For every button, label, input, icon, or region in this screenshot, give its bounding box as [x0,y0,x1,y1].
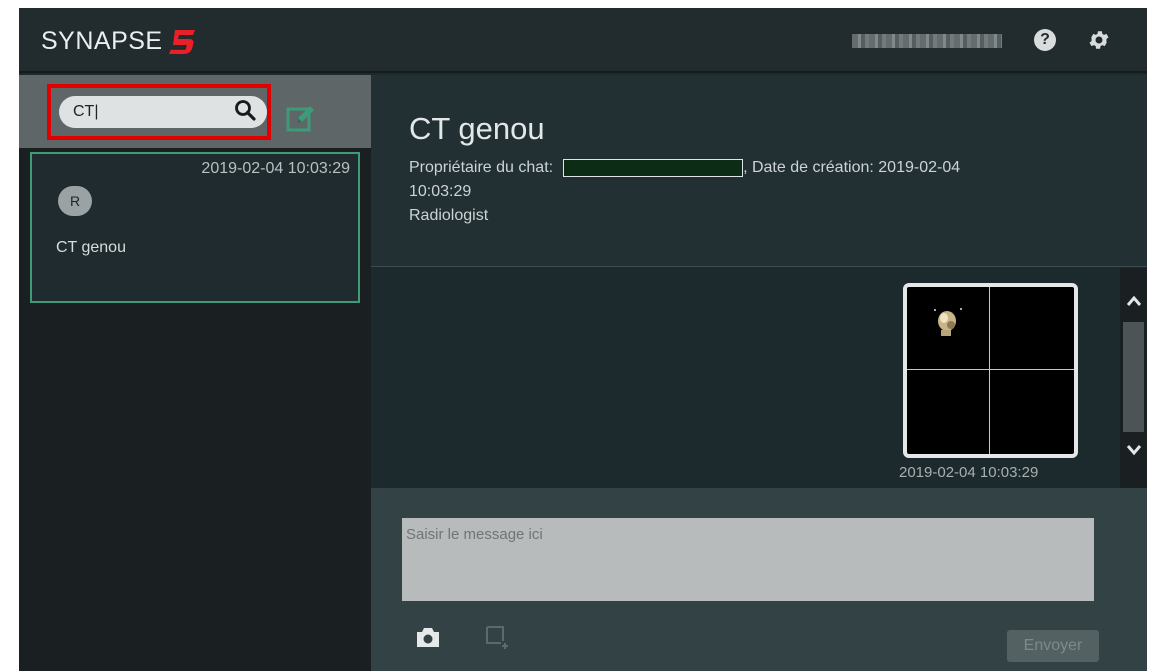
chat-header: CT genou Propriétaire du chat: , Date de… [371,75,1147,267]
crop-icon[interactable] [484,624,510,650]
message-input[interactable] [402,518,1094,601]
message-composer: Envoyer [371,488,1147,671]
chat-item-time: 2019-02-04 10:03:29 [201,160,350,177]
chat-list-panel: 2019-02-04 10:03:29 R CT genou [19,75,371,671]
search-bar [19,75,371,148]
chevron-up-icon[interactable] [1126,294,1142,308]
message-list: 2019-02-04 10:03:29 [371,268,1147,488]
send-button[interactable]: Envoyer [1007,630,1099,662]
participants: Radiologist [409,207,489,224]
scrollbar-thumb[interactable] [1123,322,1144,432]
top-bar: SYNAPSE ? [19,8,1147,73]
chevron-down-icon[interactable] [1126,443,1142,457]
knee-scan-image [934,308,962,336]
owner-label: Propriétaire du chat: [409,159,554,176]
chat-list-item[interactable]: 2019-02-04 10:03:29 R CT genou [30,152,360,303]
chat-item-title: CT genou [56,239,126,256]
avatar: R [58,186,92,216]
image-message-thumbnail[interactable] [903,283,1078,458]
scrollbar[interactable] [1120,268,1147,488]
logo: SYNAPSE [41,28,197,56]
chat-title: CT genou [409,111,545,146]
help-button[interactable]: ? [1034,29,1056,51]
message-time: 2019-02-04 10:03:29 [899,464,1039,481]
chat-meta: Propriétaire du chat: , Date de création… [409,156,1109,228]
camera-icon[interactable] [415,625,441,649]
logo-mark-icon [168,30,195,54]
app-window: SYNAPSE ? 2019-02- [19,8,1147,671]
logo-text: SYNAPSE [41,27,163,55]
owner-name [563,159,744,177]
created-label: , Date de création: 2019-02-04 [743,159,961,176]
gear-icon[interactable] [1087,28,1111,52]
chat-panel: CT genou Propriétaire du chat: , Date de… [371,75,1147,671]
search-icon[interactable] [233,98,257,122]
edit-icon[interactable] [285,102,317,134]
user-name [852,34,1002,48]
created-time: 10:03:29 [409,183,472,200]
